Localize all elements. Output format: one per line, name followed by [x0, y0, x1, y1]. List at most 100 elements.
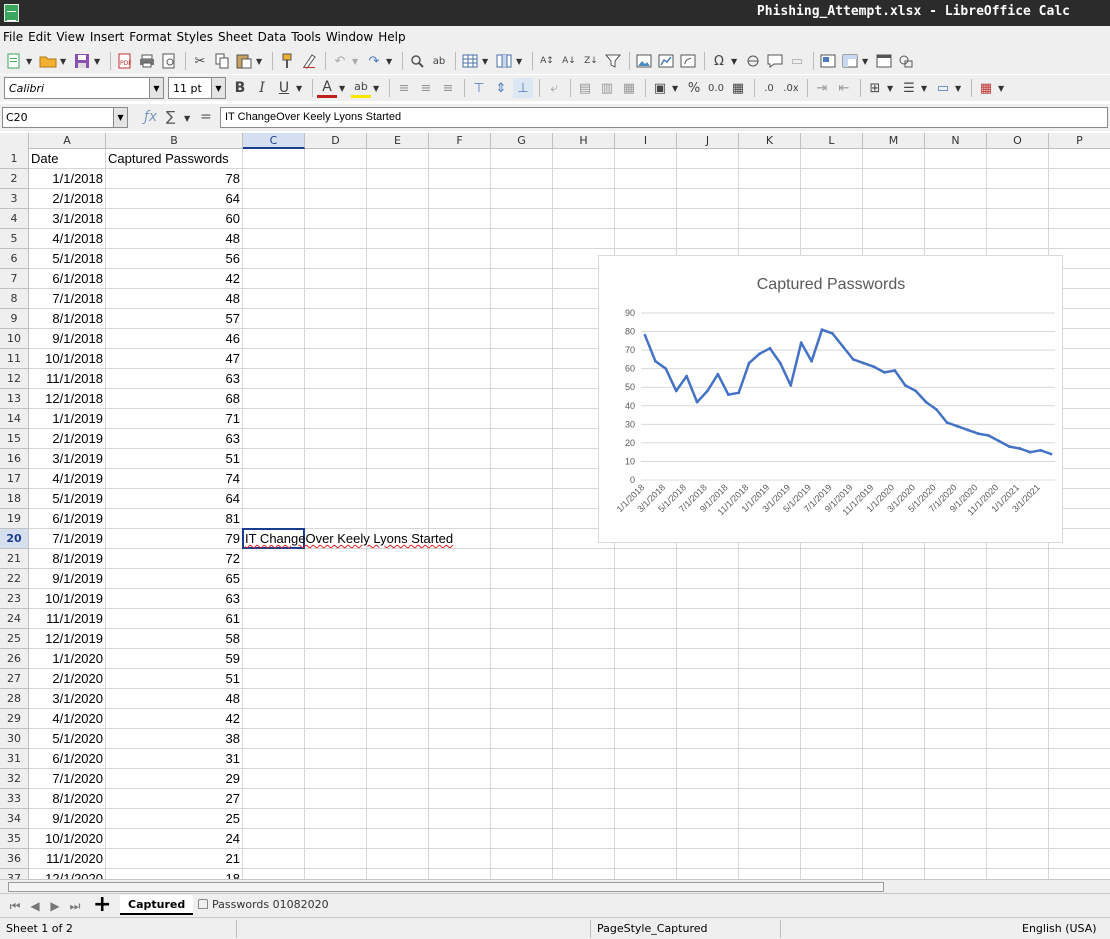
- horizontal-scrollbar[interactable]: [0, 879, 1110, 893]
- formula-input[interactable]: IT ChangeOver Keely Lyons Started: [220, 107, 1108, 128]
- cell-o4[interactable]: [987, 209, 1049, 229]
- row-header[interactable]: 13: [0, 389, 29, 409]
- cell-o31[interactable]: [987, 749, 1049, 769]
- cell-d17[interactable]: [305, 469, 367, 489]
- cell-d15[interactable]: [305, 429, 367, 449]
- cell-b12[interactable]: 63: [106, 369, 243, 389]
- bold-icon[interactable]: B: [230, 78, 250, 98]
- number-format-icon[interactable]: 0.0: [706, 78, 726, 98]
- row-header[interactable]: 17: [0, 469, 29, 489]
- cell-e30[interactable]: [367, 729, 429, 749]
- cell-c27[interactable]: [243, 669, 305, 689]
- row-header[interactable]: 28: [0, 689, 29, 709]
- cell-h30[interactable]: [553, 729, 615, 749]
- cell-e6[interactable]: [367, 249, 429, 269]
- cell-c3[interactable]: [243, 189, 305, 209]
- cell-m32[interactable]: [863, 769, 925, 789]
- row-dropdown-icon[interactable]: ▼: [482, 57, 490, 66]
- cell-b36[interactable]: 21: [106, 849, 243, 869]
- row-header[interactable]: 24: [0, 609, 29, 629]
- cell-b26[interactable]: 59: [106, 649, 243, 669]
- cell-m34[interactable]: [863, 809, 925, 829]
- cell-c23[interactable]: [243, 589, 305, 609]
- cell-m4[interactable]: [863, 209, 925, 229]
- cell-o3[interactable]: [987, 189, 1049, 209]
- cell-h2[interactable]: [553, 169, 615, 189]
- previous-sheet-icon[interactable]: ◀: [28, 898, 42, 914]
- cell-m35[interactable]: [863, 829, 925, 849]
- save-icon[interactable]: [72, 51, 92, 71]
- cell-l21[interactable]: [801, 549, 863, 569]
- cell-e1[interactable]: [367, 149, 429, 169]
- redo-icon[interactable]: ↷: [364, 51, 384, 71]
- cell-d18[interactable]: [305, 489, 367, 509]
- cell-f31[interactable]: [429, 749, 491, 769]
- cell-f15[interactable]: [429, 429, 491, 449]
- cell-f18[interactable]: [429, 489, 491, 509]
- cell-a15[interactable]: 2/1/2019: [29, 429, 106, 449]
- cell-l3[interactable]: [801, 189, 863, 209]
- cell-k37[interactable]: [739, 869, 801, 879]
- cell-c25[interactable]: [243, 629, 305, 649]
- cell-a28[interactable]: 3/1/2020: [29, 689, 106, 709]
- cell-i37[interactable]: [615, 869, 677, 879]
- cell-j28[interactable]: [677, 689, 739, 709]
- cell-e37[interactable]: [367, 869, 429, 879]
- row-header[interactable]: 26: [0, 649, 29, 669]
- border-color-dropdown-icon[interactable]: ▼: [955, 84, 963, 93]
- cell-f14[interactable]: [429, 409, 491, 429]
- cell-f16[interactable]: [429, 449, 491, 469]
- cell-m28[interactable]: [863, 689, 925, 709]
- cell-a12[interactable]: 11/1/2018: [29, 369, 106, 389]
- column-header-o[interactable]: O: [987, 133, 1049, 149]
- cell-b20[interactable]: 79: [106, 529, 243, 549]
- borders-icon[interactable]: ⊞: [865, 78, 885, 98]
- headers-footers-icon[interactable]: ▭: [787, 51, 807, 71]
- cell-a23[interactable]: 10/1/2019: [29, 589, 106, 609]
- cell-e5[interactable]: [367, 229, 429, 249]
- cell-b7[interactable]: 42: [106, 269, 243, 289]
- cell-h23[interactable]: [553, 589, 615, 609]
- font-size-box[interactable]: 11 pt ▼: [168, 77, 226, 99]
- delete-decimal-icon[interactable]: .0x: [781, 78, 801, 98]
- font-color-dropdown-icon[interactable]: ▼: [339, 84, 347, 93]
- cell-i5[interactable]: [615, 229, 677, 249]
- underline-dropdown-icon[interactable]: ▼: [296, 84, 304, 93]
- cell-n34[interactable]: [925, 809, 987, 829]
- cell-c35[interactable]: [243, 829, 305, 849]
- cell-e27[interactable]: [367, 669, 429, 689]
- highlight-color-icon[interactable]: ab: [351, 78, 371, 98]
- cell-o32[interactable]: [987, 769, 1049, 789]
- clear-formatting-icon[interactable]: [299, 51, 319, 71]
- cell-f28[interactable]: [429, 689, 491, 709]
- cell-g17[interactable]: [491, 469, 553, 489]
- cell-f24[interactable]: [429, 609, 491, 629]
- cell-g18[interactable]: [491, 489, 553, 509]
- page-style[interactable]: PageStyle_Captured: [597, 922, 707, 935]
- cell-e29[interactable]: [367, 709, 429, 729]
- cell-g21[interactable]: [491, 549, 553, 569]
- menu-tools[interactable]: Tools: [291, 30, 326, 44]
- cell-m27[interactable]: [863, 669, 925, 689]
- cell-c24[interactable]: [243, 609, 305, 629]
- cell-h1[interactable]: [553, 149, 615, 169]
- cell-l36[interactable]: [801, 849, 863, 869]
- cell-g30[interactable]: [491, 729, 553, 749]
- align-top-icon[interactable]: ⊤: [469, 78, 489, 98]
- cell-d8[interactable]: [305, 289, 367, 309]
- column-header-i[interactable]: I: [615, 133, 677, 149]
- cell-j4[interactable]: [677, 209, 739, 229]
- cell-g34[interactable]: [491, 809, 553, 829]
- cell-g3[interactable]: [491, 189, 553, 209]
- cell-f2[interactable]: [429, 169, 491, 189]
- cell-a4[interactable]: 3/1/2018: [29, 209, 106, 229]
- cell-k32[interactable]: [739, 769, 801, 789]
- cell-d33[interactable]: [305, 789, 367, 809]
- merge-center-icon[interactable]: ▤: [575, 78, 595, 98]
- cell-c12[interactable]: [243, 369, 305, 389]
- name-box-dropdown-icon[interactable]: ▼: [113, 108, 127, 127]
- cell-a27[interactable]: 2/1/2020: [29, 669, 106, 689]
- cell-d28[interactable]: [305, 689, 367, 709]
- cell-g24[interactable]: [491, 609, 553, 629]
- cell-a24[interactable]: 11/1/2019: [29, 609, 106, 629]
